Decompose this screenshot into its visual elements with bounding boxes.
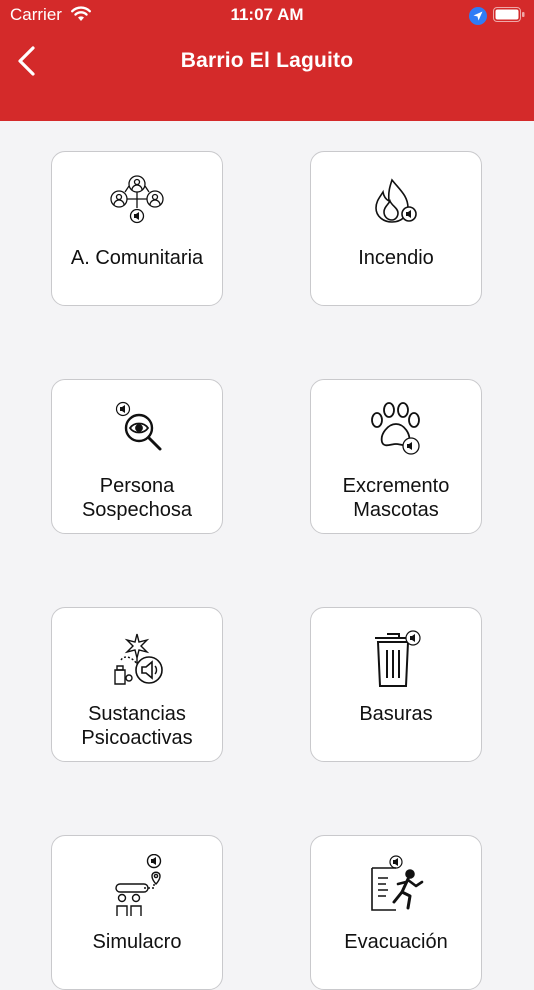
card-label: Incendio xyxy=(358,247,434,269)
card-persona-sospechosa[interactable]: Persona Sospechosa xyxy=(51,379,223,534)
card-label: Persona xyxy=(99,475,175,497)
card-label: Simulacro xyxy=(92,931,182,953)
community-alarm-icon xyxy=(110,175,164,224)
battery-icon xyxy=(493,7,525,22)
card-label: Sustancias xyxy=(88,703,186,725)
card-basuras[interactable]: Basuras xyxy=(310,607,482,762)
card-label: Psicoactivas xyxy=(81,727,193,749)
paw-icon xyxy=(371,402,420,455)
fire-icon xyxy=(375,178,417,223)
card-label: Evacuación xyxy=(344,931,448,953)
card-evacuacion[interactable]: Evacuación xyxy=(310,835,482,990)
page-title: Barrio El Laguito xyxy=(180,49,354,72)
trash-icon xyxy=(375,630,421,687)
card-incendio[interactable]: Incendio xyxy=(310,151,482,306)
card-label: Mascotas xyxy=(353,499,439,521)
status-bar: Carrier 11:07 AM xyxy=(0,0,534,32)
nav-bar: Barrio El Laguito xyxy=(0,38,534,88)
evacuation-icon xyxy=(371,855,424,911)
card-label: A. Comunitaria xyxy=(70,247,204,269)
header-bar: Carrier 11:07 AM Barrio El Laguito xyxy=(0,0,534,121)
card-comunitaria[interactable]: A. Comunitaria xyxy=(51,151,223,306)
location-icon xyxy=(469,7,487,25)
card-sustancias-psicoactivas[interactable]: Sustancias Psicoactivas xyxy=(51,607,223,762)
card-simulacro[interactable]: Simulacro xyxy=(51,835,223,990)
psychoactive-substances-icon xyxy=(114,633,163,685)
card-label: Sospechosa xyxy=(81,499,193,521)
card-label: Excremento xyxy=(342,475,450,497)
card-label: Basuras xyxy=(359,703,433,725)
status-time: 11:07 AM xyxy=(230,5,304,24)
card-excremento-mascotas[interactable]: Excremento Mascotas xyxy=(310,379,482,534)
drill-icon xyxy=(115,854,162,916)
suspicious-person-icon xyxy=(115,401,162,451)
